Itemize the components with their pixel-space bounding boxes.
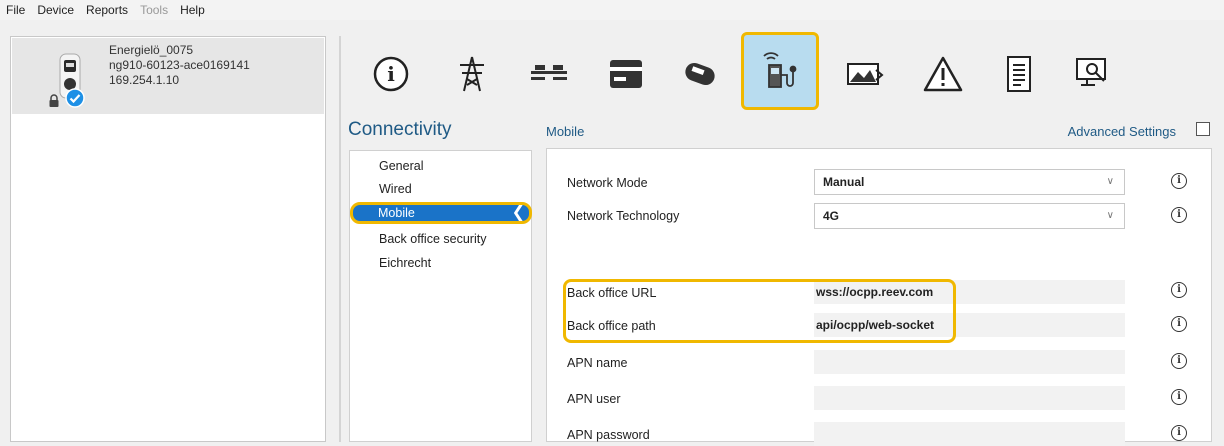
nav-item-wired[interactable]: Wired (351, 178, 530, 200)
advanced-settings-checkbox[interactable] (1196, 122, 1210, 136)
balance-icon[interactable] (516, 40, 582, 108)
verified-badge-icon (65, 88, 85, 108)
document-icon[interactable] (986, 40, 1052, 108)
apn-name-field[interactable] (814, 350, 1125, 374)
info-icon[interactable]: i (358, 40, 424, 108)
chevron-left-icon: ❮ (511, 204, 525, 221)
panel-title: Mobile (546, 124, 585, 139)
nav-item-mobile[interactable]: Mobile ❮ (350, 202, 532, 224)
nav-item-eichrecht[interactable]: Eichrecht (351, 252, 530, 274)
monitor-search-icon[interactable] (1061, 40, 1127, 108)
payment-card-icon[interactable] (593, 40, 659, 108)
menu-bar: File Device Reports Tools Help (0, 0, 1224, 20)
nav-item-mobile-label: Mobile (378, 206, 415, 220)
device-list-item[interactable]: Energielö_0075 ng910-60123-ace0169141 16… (12, 38, 324, 114)
menu-device[interactable]: Device (33, 3, 82, 17)
device-info: Energielö_0075 ng910-60123-ace0169141 16… (109, 43, 250, 88)
network-technology-select[interactable]: 4G ∨ (814, 203, 1125, 229)
apn-password-field[interactable] (814, 422, 1125, 446)
charging-station-signal-icon[interactable] (741, 32, 819, 110)
device-ip: 169.254.1.10 (109, 73, 180, 87)
back-office-url-label: Back office URL (567, 286, 657, 300)
network-technology-label: Network Technology (567, 209, 680, 223)
device-serial: ng910-60123-ace0169141 (109, 58, 250, 72)
info-icon[interactable]: i (1171, 353, 1187, 369)
back-office-path-field[interactable]: api/ocpp/web-socket (814, 313, 1125, 337)
info-icon[interactable]: i (1171, 389, 1187, 405)
panel-divider (339, 36, 341, 442)
info-icon[interactable]: i (1171, 425, 1187, 441)
back-office-url-field[interactable]: wss://ocpp.reev.com (814, 280, 1125, 304)
menu-help[interactable]: Help (176, 3, 213, 17)
back-office-path-label: Back office path (567, 319, 656, 333)
device-list: Energielö_0075 ng910-60123-ace0169141 16… (10, 36, 326, 442)
card-reader-icon[interactable] (667, 40, 733, 108)
apn-password-label: APN password (567, 428, 650, 442)
network-technology-value: 4G (823, 209, 840, 223)
info-icon[interactable]: i (1171, 207, 1187, 223)
network-mode-label: Network Mode (567, 176, 648, 190)
chevron-down-icon: ∨ (1106, 210, 1114, 221)
menu-tools: Tools (140, 3, 169, 17)
image-icon[interactable] (833, 40, 899, 108)
network-mode-value: Manual (823, 175, 865, 189)
chevron-down-icon: ∨ (1106, 176, 1114, 187)
nav-item-back-office-security[interactable]: Back office security (351, 228, 530, 250)
info-icon[interactable]: i (1171, 173, 1187, 189)
warning-icon[interactable] (910, 40, 976, 108)
device-name: Energielö_0075 (109, 43, 194, 57)
menu-file[interactable]: File (2, 3, 33, 17)
apn-user-field[interactable] (814, 386, 1125, 410)
svg-text:i: i (387, 62, 395, 86)
apn-name-label: APN name (567, 356, 628, 370)
menu-reports[interactable]: Reports (82, 3, 136, 17)
network-mode-select[interactable]: Manual ∨ (814, 169, 1125, 195)
mobile-settings-form: Network Mode Manual ∨ i Network Technolo… (546, 148, 1212, 446)
section-nav: General Wired Mobile ❮ Back office secur… (349, 150, 532, 442)
info-icon[interactable]: i (1171, 316, 1187, 332)
section-title: Connectivity (348, 119, 452, 140)
nav-item-general[interactable]: General (351, 155, 530, 177)
advanced-settings-label[interactable]: Advanced Settings (1068, 124, 1176, 139)
apn-user-label: APN user (567, 392, 621, 406)
info-icon[interactable]: i (1171, 282, 1187, 298)
power-tower-icon[interactable] (439, 40, 505, 108)
lock-icon (49, 94, 59, 107)
category-toolbar: i (352, 32, 1212, 110)
